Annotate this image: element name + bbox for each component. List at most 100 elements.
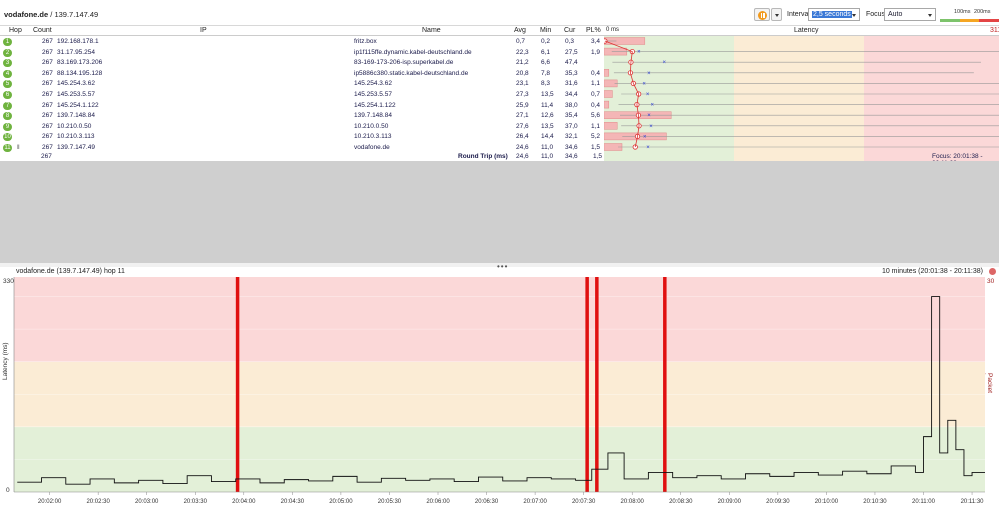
latency-scale-legend: 100ms 200ms [940, 9, 999, 23]
x-tick-label: 20:05:00 [329, 499, 353, 505]
col-avg[interactable]: Avg [514, 27, 526, 34]
cell-ip: 145.253.5.57 [57, 91, 95, 98]
x-tick-label: 20:06:00 [426, 499, 450, 505]
table-row[interactable]: 3 267 83.169.173.206 83-169-173-206-isp.sup… [0, 58, 999, 68]
col-min[interactable]: Min [540, 27, 551, 34]
cell-ip: 192.168.178.1 [57, 38, 99, 45]
chevron-down-icon [928, 14, 932, 17]
x-tick-label: 20:02:00 [38, 499, 62, 505]
window-title: vodafone.de / 139.7.147.49 [4, 10, 99, 19]
splitter-grip-icon[interactable]: ••• [497, 262, 508, 271]
cell-avg: 22,3 [516, 48, 529, 56]
cell-count: 267 [42, 122, 53, 130]
cell-ip: 88.134.195.128 [57, 69, 103, 77]
hop-number: 8 [3, 112, 12, 121]
cell-count: 267 [42, 112, 53, 120]
cell-pl: 0,4 [591, 69, 601, 77]
table-row[interactable]: 2 267 31.17.95.254 ip1f115ffe.dynamic.kabel… [0, 48, 999, 58]
hop-table: Hop Count IP Name Avg Min Cur PL% Latenc… [0, 26, 999, 167]
cell-min: 6,6 [541, 59, 551, 67]
col-hop[interactable]: Hop [9, 27, 22, 34]
cell-min: 14,4 [541, 133, 554, 141]
cell-ip: 145.254.3.62 [57, 80, 95, 88]
focus-select[interactable]: Auto [884, 8, 936, 21]
close-icon[interactable] [989, 268, 996, 275]
col-name[interactable]: Name [422, 27, 441, 34]
table-row[interactable]: 7 267 145.254.1.122 145.254.1.122 25,9 11,4 38… [0, 101, 999, 111]
summary-pl: 1,5 [593, 153, 603, 160]
chevron-down-icon [775, 14, 779, 17]
cell-min: 8,3 [541, 80, 551, 88]
cell-name: 145.254.1.122 [354, 101, 396, 109]
cell-cur: 34,6 [565, 144, 578, 151]
latency-max-label: 311 [990, 27, 999, 34]
table-row[interactable]: 8 267 139.7.148.84 139.7.148.84 27,1 12,6 35,4… [0, 111, 999, 121]
table-row[interactable]: 4 267 88.134.195.128 ip5886c380.static.kabe… [0, 69, 999, 79]
pause-button[interactable] [754, 8, 770, 21]
x-tick-label: 20:11:00 [912, 499, 936, 505]
cell-name: vodafone.de [354, 144, 390, 151]
cell-avg: 24,6 [516, 144, 529, 151]
cell-min: 0,2 [541, 38, 551, 45]
table-row[interactable]: 9 267 10.210.0.50 10.210.0.50 27,6 13,5 37,0 1,… [0, 122, 999, 132]
x-tick-label: 20:09:00 [718, 499, 742, 505]
cell-avg: 26,4 [516, 133, 529, 141]
cell-count: 267 [42, 144, 53, 151]
x-tick-label: 20:03:30 [184, 499, 208, 505]
scale-bar-good [940, 19, 960, 22]
cell-pl: 3,4 [591, 38, 601, 45]
cell-min: 13,5 [541, 122, 554, 130]
cell-min: 7,8 [541, 69, 551, 77]
x-tick-label: 20:07:30 [572, 499, 596, 505]
interval-label: Interval [787, 11, 810, 18]
cell-min: 13,5 [541, 91, 554, 98]
cell-avg: 20,8 [516, 69, 529, 77]
cell-pl: 1,9 [591, 48, 601, 56]
x-tick-label: 20:08:30 [669, 499, 693, 505]
packet-loss-marker [595, 277, 599, 492]
hop-number: 10 [3, 133, 12, 142]
col-pl[interactable]: PL% [586, 27, 601, 34]
x-tick-label: 20:04:30 [281, 499, 305, 505]
hop-number: 4 [3, 69, 12, 78]
cell-pl: 5,6 [591, 112, 601, 120]
cell-cur: 27,5 [565, 48, 578, 56]
cell-ip: 31.17.95.254 [57, 48, 95, 56]
table-row[interactable]: 5 267 145.254.3.62 145.254.3.62 23,1 8,3 31,6 1… [0, 79, 999, 89]
graph-icon[interactable]: ‖ [17, 144, 20, 151]
col-cur[interactable]: Cur [564, 27, 575, 34]
empty-area [0, 161, 999, 263]
col-count[interactable]: Count [33, 27, 52, 34]
cell-pl: 0,7 [591, 91, 601, 98]
chevron-down-icon [852, 14, 856, 17]
table-row[interactable]: 1 267 192.168.178.1 fritz.box 0,7 0,2 0,3 3,4 [0, 37, 999, 47]
scale-label-100: 100ms [954, 9, 971, 15]
cell-ip: 139.7.147.49 [57, 144, 95, 151]
cell-cur: 31,6 [565, 80, 578, 88]
table-row[interactable]: 11 267 139.7.147.49 vodafone.de 24,6 11,0 34,6… [0, 143, 999, 153]
summary-row: 267 Round Trip (ms) 24,6 11,0 34,6 1,5 F… [0, 153, 999, 167]
cell-name: 139.7.148.84 [354, 112, 392, 120]
y-max-label: 330 [3, 278, 14, 285]
x-tick-label: 20:03:00 [135, 499, 159, 505]
col-latency[interactable]: Latency [794, 27, 819, 34]
cell-count: 267 [42, 133, 53, 141]
col-ip[interactable]: IP [200, 27, 207, 34]
hop-number: 11 [3, 144, 12, 152]
table-header: Hop Count IP Name Avg Min Cur PL% Latenc… [0, 26, 999, 36]
hop-number: 5 [3, 80, 12, 89]
cell-avg: 25,9 [516, 101, 529, 109]
cell-cur: 32,1 [565, 133, 578, 141]
latency-zero-label: 0 ms [606, 27, 620, 33]
cell-ip: 10.210.3.113 [57, 133, 95, 141]
x-tick-label: 20:11:30 [961, 499, 985, 505]
pause-icon [758, 11, 767, 20]
x-tick-label: 20:08:00 [621, 499, 645, 505]
table-row[interactable]: 10 267 10.210.3.113 10.210.3.113 26,4 14,4 32,… [0, 132, 999, 142]
table-row[interactable]: 6 267 145.253.5.57 145.253.5.57 27,3 13,5 34,4… [0, 90, 999, 100]
x-tick-label: 20:04:00 [232, 499, 256, 505]
scale-bar-bad [979, 19, 999, 22]
cell-min: 12,6 [541, 112, 554, 120]
interval-select[interactable]: 2,5 seconds [808, 8, 860, 21]
options-dropdown-button[interactable] [771, 8, 782, 21]
